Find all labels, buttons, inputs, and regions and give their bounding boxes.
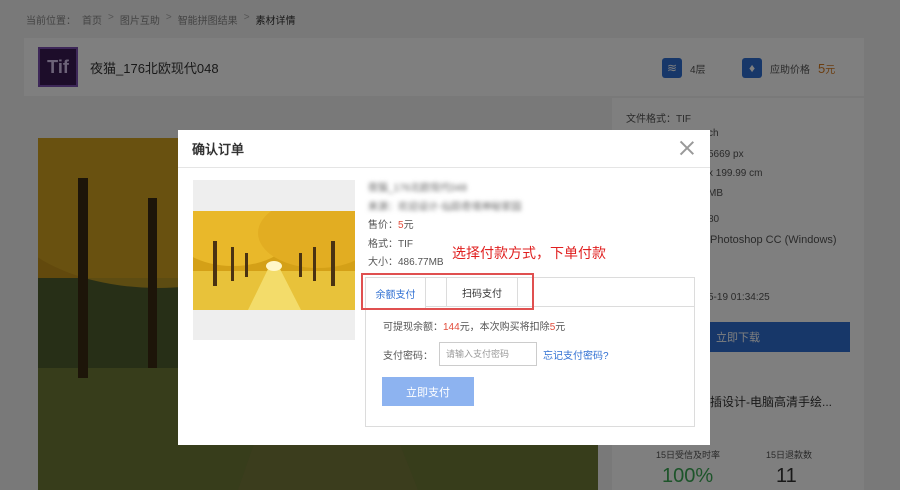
- pay-now-button[interactable]: 立即支付: [382, 377, 474, 406]
- item-thumbnail: [193, 180, 355, 340]
- balance-text: 可提现余额：144元，本次购买将扣除5元: [383, 322, 566, 333]
- password-row: 支付密码： 忘记支付密码?: [383, 342, 609, 366]
- golden-trees-image: [193, 211, 355, 310]
- password-input[interactable]: [439, 342, 537, 366]
- confirm-order-dialog: 确认订单 夜猫_176北欧现代048 来源：欢迎设计-仙踪奇境神秘家园 售价：5…: [178, 130, 710, 445]
- dialog-header: 确认订单: [178, 130, 710, 168]
- item-name: 夜猫_176北欧现代048: [368, 183, 467, 194]
- close-icon[interactable]: [678, 139, 696, 157]
- annotation-highlight-box: [361, 273, 534, 310]
- item-source: 来源：欢迎设计-仙踪奇境神秘家园: [368, 201, 522, 213]
- item-price: 售价：5元: [368, 220, 414, 231]
- password-label: 支付密码：: [383, 350, 433, 362]
- annotation-text: 选择付款方式，下单付款: [452, 245, 606, 261]
- forgot-password-link[interactable]: 忘记支付密码?: [543, 347, 609, 362]
- dialog-title: 确认订单: [192, 142, 245, 157]
